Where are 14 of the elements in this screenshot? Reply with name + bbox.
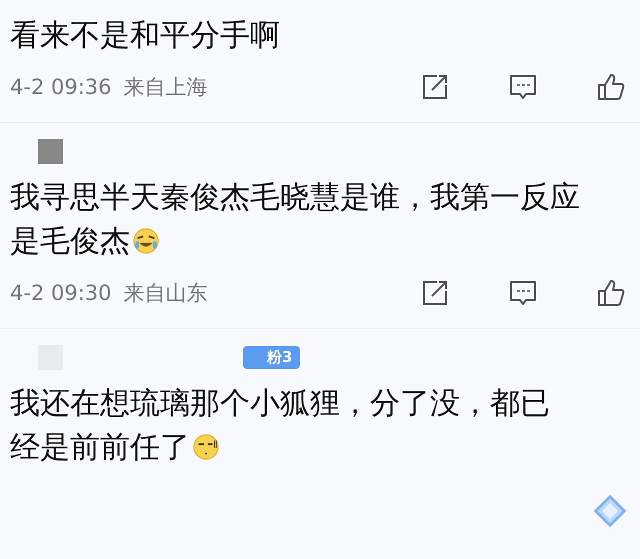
comment-location: 来自山东 xyxy=(124,280,208,307)
like-icon[interactable] xyxy=(596,278,626,308)
share-icon[interactable] xyxy=(420,278,450,308)
fan-badge: 粉3 xyxy=(243,346,300,369)
like-icon[interactable] xyxy=(596,72,626,102)
share-icon[interactable] xyxy=(420,72,450,102)
comment-icon[interactable] xyxy=(508,72,538,102)
comment-text: 我寻思半天秦俊杰毛晓慧是谁，我第一反应 是毛俊杰 xyxy=(10,179,581,261)
comment-time: 4-2 09:36 xyxy=(10,75,112,99)
comment-time: 4-2 09:30 xyxy=(10,281,112,305)
comment-location: 来自上海 xyxy=(124,74,208,101)
comment-text: 看来不是和平分手啊 xyxy=(10,17,281,55)
comment-text: 我还在想琉璃那个小狐狸，分了没，都已 经是前前任了 xyxy=(10,385,551,467)
comment-icon[interactable] xyxy=(508,278,538,308)
